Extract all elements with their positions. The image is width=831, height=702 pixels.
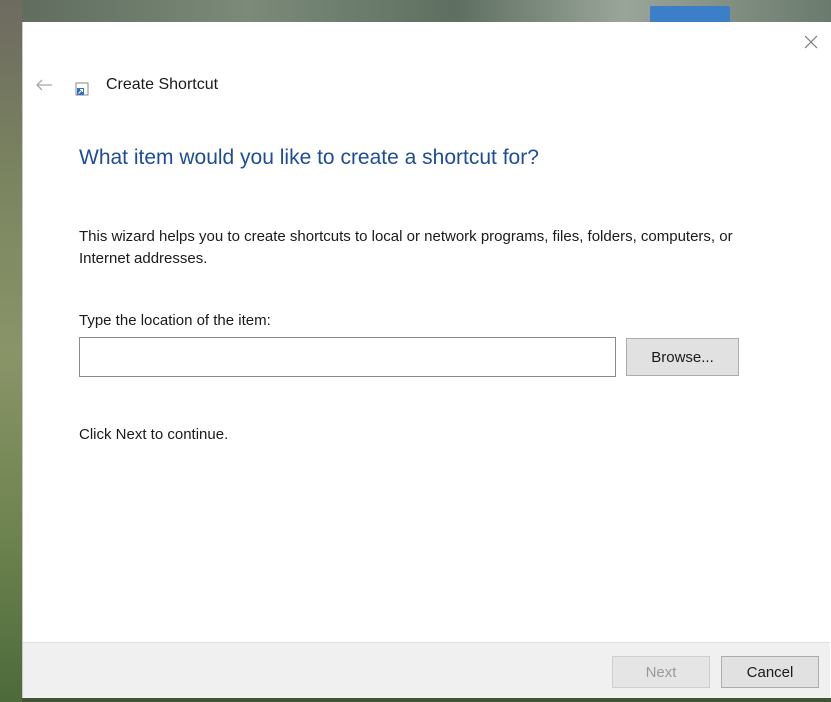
back-button[interactable]	[33, 76, 55, 94]
shortcut-icon	[75, 82, 89, 96]
create-shortcut-dialog: Create Shortcut What item would you like…	[22, 22, 831, 698]
wizard-description: This wizard helps you to create shortcut…	[79, 228, 733, 267]
screen: Create Shortcut What item would you like…	[0, 0, 831, 702]
next-button[interactable]: Next	[612, 656, 710, 688]
desktop-background-left	[0, 0, 22, 702]
location-input[interactable]	[79, 337, 616, 377]
back-arrow-icon	[36, 79, 52, 91]
location-label: Type the location of the item:	[79, 312, 271, 329]
desktop-background-roof	[650, 6, 730, 22]
dialog-title: Create Shortcut	[106, 76, 219, 93]
dialog-footer: Next Cancel	[23, 642, 830, 698]
browse-button[interactable]: Browse...	[626, 338, 739, 376]
cancel-button[interactable]: Cancel	[721, 656, 819, 688]
page-heading: What item would you like to create a sho…	[79, 146, 539, 169]
continue-hint: Click Next to continue.	[79, 426, 229, 443]
close-icon	[804, 35, 818, 49]
close-button[interactable]	[801, 32, 821, 52]
